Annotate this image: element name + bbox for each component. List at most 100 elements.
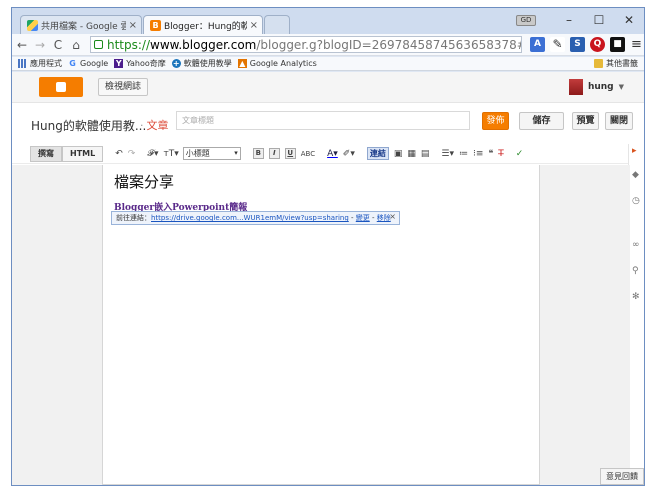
link-bubble-url[interactable]: https://drive.google.com...WUR1emM/view?… [151, 214, 349, 222]
google-icon: G [69, 59, 76, 68]
close-icon[interactable]: × [129, 20, 137, 31]
blogger-header: 檢視網誌 hung ▼ [12, 72, 644, 103]
bookmarks-bar: 應用程式 G Google Y Yahoo奇摩 + 軟體使用教學 ▲ Google An… [12, 57, 644, 71]
blogger-icon: B [150, 19, 161, 31]
section-label: · 文章 [140, 119, 169, 132]
bookmark-label: Google [80, 59, 109, 68]
reload-icon[interactable]: C [50, 38, 66, 52]
permalink-icon[interactable]: ∞ [632, 240, 640, 250]
tab-blogger[interactable]: B Blogger：Hung的軟體使用 × [143, 15, 263, 34]
dark-extension-icon[interactable]: ■ [610, 37, 625, 52]
align-icon[interactable]: ☰▾ [441, 149, 454, 159]
browser-window: 共用檔案 - Google 雲端硬 × B Blogger：Hung的軟體使用 … [11, 7, 645, 486]
translate-extension-icon[interactable]: A [530, 37, 545, 52]
tab-title: Blogger：Hung的軟體使用 [164, 21, 247, 32]
forward-icon[interactable]: → [32, 38, 48, 52]
bookmark-tutorial[interactable]: + 軟體使用教學 [171, 58, 232, 69]
record-extension-icon[interactable]: Q [590, 37, 605, 52]
bookmark-label: 應用程式 [30, 59, 62, 68]
strikethrough-icon[interactable]: ABC [301, 150, 315, 158]
bookmark-label: Google Analytics [249, 59, 317, 68]
undo-icon[interactable]: ↶ [115, 149, 123, 159]
bookmark-label: 軟體使用教學 [183, 59, 232, 68]
spellcheck-icon[interactable]: ✓ [516, 149, 524, 159]
schedule-icon[interactable]: ◷ [632, 196, 640, 206]
tab-drive[interactable]: 共用檔案 - Google 雲端硬 × [20, 15, 142, 34]
change-link-button[interactable]: 變更 [356, 214, 370, 222]
preview-button[interactable]: 預覽 [572, 112, 599, 130]
bookmark-label: 其他書籤 [606, 59, 638, 68]
separator: - [348, 214, 356, 222]
yahoo-icon: Y [114, 59, 124, 68]
jump-break-icon[interactable]: ▤ [421, 149, 430, 159]
separator: - [369, 214, 377, 222]
video-icon[interactable]: ▦ [407, 149, 416, 159]
tab-strip: 共用檔案 - Google 雲端硬 × B Blogger：Hung的軟體使用 … [12, 8, 644, 34]
url-host: www.blogger.com [150, 37, 257, 52]
numbered-list-icon[interactable]: ≔ [459, 149, 468, 159]
image-icon[interactable]: ▣ [394, 149, 403, 159]
other-bookmarks[interactable]: 其他書籤 [594, 58, 638, 69]
post-editor[interactable]: 檔案分享 Blogger嵌入Powerpoint簡報 前往連結：https://… [102, 165, 540, 485]
clear-format-icon[interactable]: T̶ [498, 149, 504, 159]
pen-extension-icon[interactable]: ✎ [550, 37, 565, 52]
url-scheme: https:// [107, 37, 151, 52]
bullet-list-icon[interactable]: ⁝≡ [473, 149, 483, 159]
gear-icon[interactable]: ✻ [632, 292, 640, 302]
minimize-icon[interactable]: – [554, 13, 584, 27]
location-icon[interactable]: ⚲ [632, 266, 639, 276]
back-icon[interactable]: ← [14, 38, 30, 52]
folder-icon [594, 59, 603, 68]
expand-settings-icon[interactable]: ▸ [632, 146, 637, 156]
s-extension-icon[interactable]: S [570, 37, 585, 52]
publish-button[interactable]: 發佈 [482, 112, 509, 130]
bookmark-analytics[interactable]: ▲ Google Analytics [237, 59, 317, 68]
chevron-down-icon: ▼ [618, 83, 624, 91]
new-tab-button[interactable] [264, 15, 290, 34]
font-family-icon[interactable]: 𝓕▾ [147, 149, 158, 159]
address-bar[interactable]: https://www.blogger.com/blogger.g?blogID… [90, 36, 522, 53]
blog-name[interactable]: Hung的軟體使用教... [31, 117, 146, 134]
bookmark-apps[interactable]: 應用程式 [18, 58, 62, 69]
paragraph-format-select[interactable]: 小標題 [182, 147, 241, 160]
redo-icon[interactable]: ↷ [128, 149, 136, 159]
highlight-icon[interactable]: ✐▾ [343, 149, 355, 159]
profile-badge[interactable]: GD [516, 14, 536, 26]
section-text: 文章 [146, 119, 169, 132]
post-title-input[interactable]: 文章標題 [176, 111, 470, 130]
save-button[interactable]: 儲存 [519, 112, 564, 130]
menu-icon[interactable]: ≡ [631, 37, 642, 52]
quote-icon[interactable]: ❝ [488, 149, 493, 159]
apps-icon [18, 59, 27, 68]
bookmark-google[interactable]: G Google [68, 59, 108, 68]
blogger-home-button[interactable] [39, 77, 83, 97]
underline-icon[interactable]: U [284, 148, 296, 159]
close-button[interactable]: 關閉 [605, 112, 633, 130]
window-close-icon[interactable]: ✕ [614, 13, 644, 27]
tab-title: 共用檔案 - Google 雲端硬 [41, 21, 126, 32]
italic-icon[interactable]: I [268, 148, 280, 159]
close-icon[interactable]: × [389, 212, 396, 223]
post-heading[interactable]: 檔案分享 [114, 171, 174, 192]
user-menu[interactable]: hung ▼ [568, 79, 624, 95]
lock-icon [94, 40, 103, 49]
blogger-page: 檢視網誌 hung ▼ Hung的軟體使用教... · 文章 文章標題 發佈 儲存… [12, 72, 644, 485]
feedback-button[interactable]: 意見回饋 [600, 468, 644, 485]
home-icon[interactable]: ⌂ [68, 38, 84, 52]
editor-toolbar: 撰寫 HTML ↶ ↷ 𝓕▾ тT▾ 小標題 B I U ABC A▾ ✐▾ 連… [12, 144, 630, 164]
html-mode-button[interactable]: HTML [62, 145, 104, 162]
link-bubble: 前往連結：https://drive.google.com...WUR1emM/… [111, 211, 400, 225]
maximize-icon[interactable]: ☐ [584, 13, 614, 27]
link-button[interactable]: 連結 [366, 147, 389, 160]
close-icon[interactable]: × [250, 20, 258, 31]
view-blog-button[interactable]: 檢視網誌 [98, 78, 149, 96]
font-size-icon[interactable]: тT▾ [163, 149, 178, 159]
url-path: /blogger.g?blogID=2697845874563658378#ed… [256, 37, 521, 52]
bold-icon[interactable]: B [252, 148, 264, 159]
label-icon[interactable]: ◆ [632, 170, 639, 180]
bookmark-yahoo[interactable]: Y Yahoo奇摩 [114, 58, 166, 69]
blogger-logo-icon [56, 82, 66, 92]
text-color-icon[interactable]: A▾ [327, 149, 338, 159]
user-name: hung [587, 82, 614, 92]
compose-mode-button[interactable]: 撰寫 [30, 145, 62, 162]
